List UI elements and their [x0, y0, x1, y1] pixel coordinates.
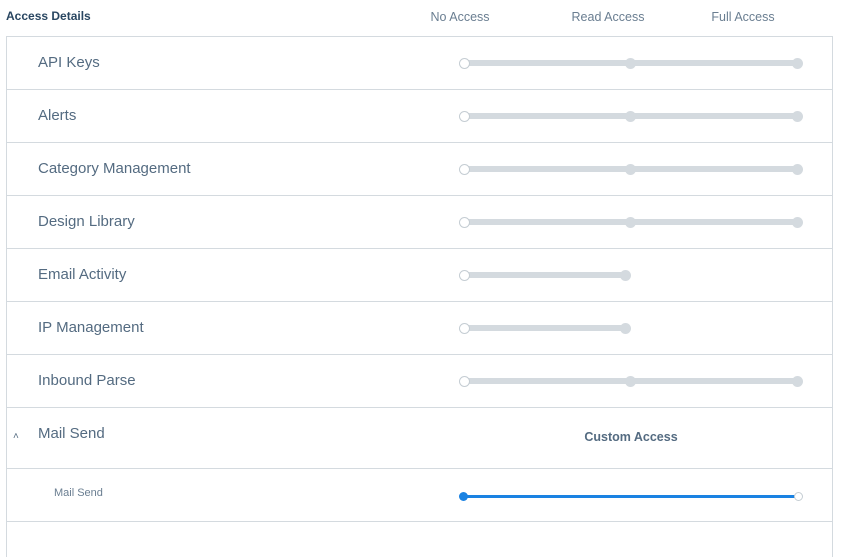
access-subrow-mail-send: Mail Send [7, 469, 832, 522]
row-label: IP Management [38, 319, 144, 336]
access-list: API Keys Alerts Category Management Desi… [6, 36, 833, 557]
subrow-label: Mail Send [54, 487, 103, 499]
slider-stop-read-access[interactable] [624, 163, 636, 175]
slider-stop-no-access[interactable] [458, 322, 470, 334]
access-row-mail-send[interactable]: ˄ Mail Send Custom Access [7, 408, 832, 469]
slider-stop-full-access[interactable] [791, 216, 803, 228]
slider-stop-full-access[interactable] [791, 163, 803, 175]
slider-track[interactable] [464, 272, 625, 278]
slider-stop-no-access[interactable] [458, 269, 470, 281]
slider-track[interactable] [464, 325, 625, 331]
level-label-no-access: No Access [430, 10, 490, 24]
slider-stop-read-access[interactable] [619, 269, 631, 281]
row-label: Mail Send [38, 425, 105, 442]
slider-stop-read-access[interactable] [624, 375, 636, 387]
row-label: Category Management [38, 160, 191, 177]
section-title: Access Details [6, 9, 91, 23]
access-row-email-activity: Email Activity [7, 249, 832, 302]
slider-stop-read-access[interactable] [624, 110, 636, 122]
custom-access-status: Custom Access [584, 430, 678, 444]
access-row-ip-management: IP Management [7, 302, 832, 355]
slider-stop-no-access[interactable] [458, 375, 470, 387]
slider-stop-full-access[interactable] [793, 491, 803, 501]
row-label: Email Activity [38, 266, 127, 283]
access-header: Access Details No Access Read Access Ful… [0, 0, 845, 36]
level-label-full-access: Full Access [711, 10, 775, 24]
slider-stop-no-access[interactable] [458, 110, 470, 122]
level-label-read-access: Read Access [571, 10, 645, 24]
slider-stop-read-access[interactable] [624, 57, 636, 69]
row-label: Inbound Parse [38, 372, 136, 389]
slider-stop-no-access[interactable] [458, 216, 470, 228]
slider-stop-full-access[interactable] [791, 57, 803, 69]
slider-stop-read-access[interactable] [624, 216, 636, 228]
slider-stop-full-access[interactable] [791, 375, 803, 387]
slider-stop-no-access[interactable] [458, 163, 470, 175]
slider-stop-no-access[interactable] [458, 491, 468, 501]
slider-stop-full-access[interactable] [791, 110, 803, 122]
access-row-design-library: Design Library [7, 196, 832, 249]
slider-stop-read-access[interactable] [619, 322, 631, 334]
row-label: API Keys [38, 54, 100, 71]
chevron-up-icon[interactable]: ˄ [13, 431, 19, 442]
access-row-alerts: Alerts [7, 90, 832, 143]
access-row-inbound-parse: Inbound Parse [7, 355, 832, 408]
row-label: Alerts [38, 107, 77, 124]
access-row-api-keys: API Keys [7, 37, 832, 90]
slider-stop-no-access[interactable] [458, 57, 470, 69]
row-label: Design Library [38, 213, 135, 230]
access-row-category-management: Category Management [7, 143, 832, 196]
slider-track[interactable] [463, 494, 798, 498]
